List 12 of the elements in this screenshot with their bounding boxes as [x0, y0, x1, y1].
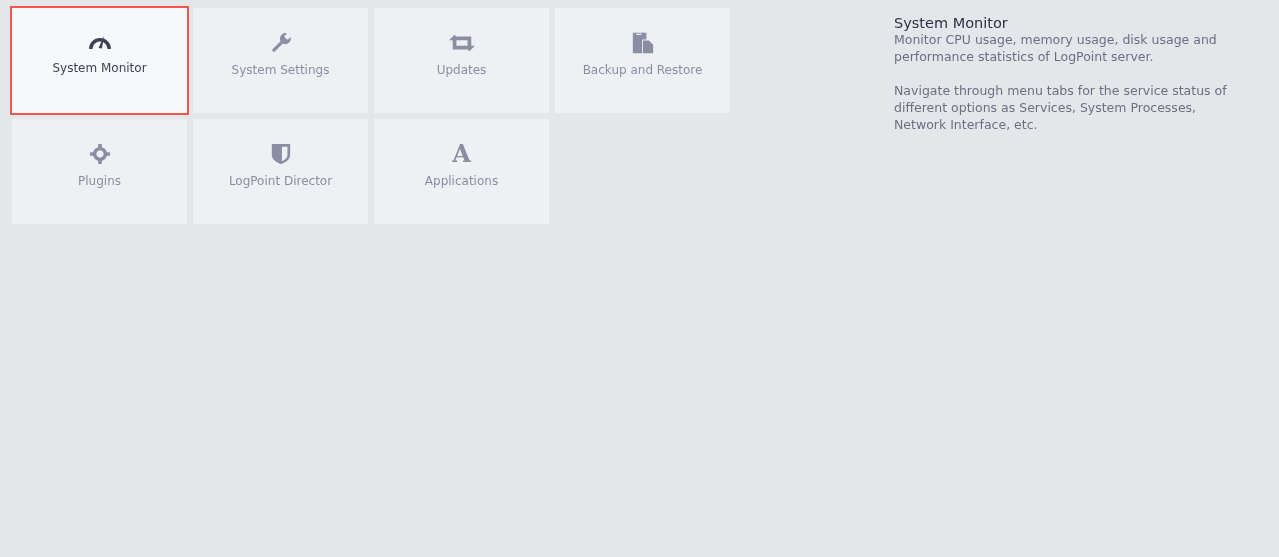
repeat-icon [448, 32, 475, 54]
font-icon: A [452, 143, 471, 165]
description-text: Monitor CPU usage, memory usage, disk usage and performance statistics of LogPoint server. [894, 31, 1218, 65]
menu-tile[interactable]: Plugins [12, 119, 187, 224]
menu-tile[interactable]: Updates [374, 8, 549, 113]
menu-tile[interactable]: System Monitor [10, 6, 189, 115]
description-text: Navigate through menu tabs for the service status of different options as Services, System Processes, Network Interface, etc. [894, 82, 1228, 133]
description-title: System Monitor [894, 15, 1009, 31]
menu-tile[interactable]: Backup and Restore [555, 8, 730, 113]
menu-tile[interactable]: System Settings [193, 8, 368, 113]
menu-tile[interactable]: LogPoint Director [193, 119, 368, 224]
menu-tile[interactable]: A Applications [374, 119, 549, 224]
